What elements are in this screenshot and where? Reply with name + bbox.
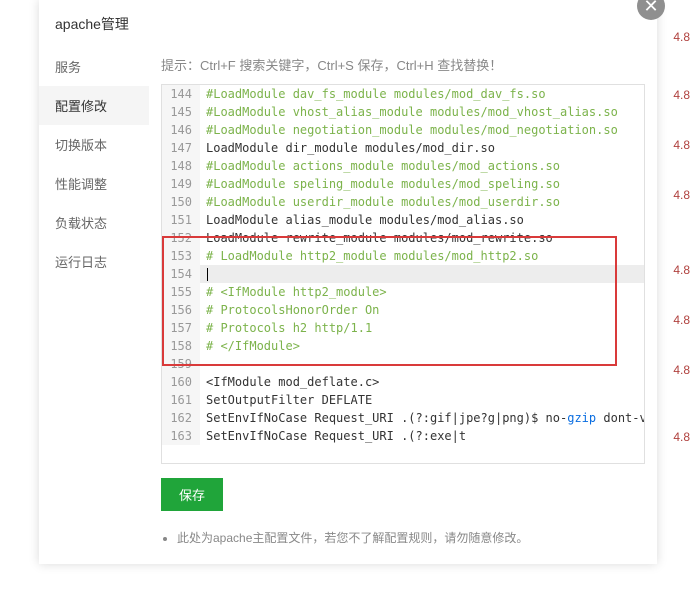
- code-content[interactable]: SetOutputFilter DEFLATE: [200, 391, 644, 409]
- sidebar-item-label: 性能调整: [55, 177, 107, 192]
- modal-title: apache管理: [39, 0, 657, 47]
- editor-line[interactable]: 154: [162, 265, 644, 283]
- code-content[interactable]: #LoadModule negotiation_module modules/m…: [200, 121, 644, 139]
- editor-line[interactable]: 163SetEnvIfNoCase Request_URI .(?:exe|t: [162, 427, 644, 445]
- code-content[interactable]: #LoadModule actions_module modules/mod_a…: [200, 157, 644, 175]
- code-content[interactable]: [200, 265, 644, 283]
- gutter-number: 159: [162, 355, 200, 373]
- gutter-number: 157: [162, 319, 200, 337]
- code-content[interactable]: SetEnvIfNoCase Request_URI .(?:exe|t: [200, 427, 644, 445]
- bg-value: 4.8: [673, 138, 690, 152]
- close-icon-glyph: ✕: [643, 0, 658, 17]
- gutter-number: 161: [162, 391, 200, 409]
- code-content[interactable]: LoadModule alias_module modules/mod_alia…: [200, 211, 644, 229]
- gutter-number: 156: [162, 301, 200, 319]
- sidebar-item-label: 切换版本: [55, 138, 107, 153]
- bg-value: 4.8: [673, 263, 690, 277]
- code-content[interactable]: #LoadModule dav_fs_module modules/mod_da…: [200, 85, 644, 103]
- editor-line[interactable]: 156# ProtocolsHonorOrder On: [162, 301, 644, 319]
- editor-line[interactable]: 149#LoadModule speling_module modules/mo…: [162, 175, 644, 193]
- editor-line[interactable]: 150#LoadModule userdir_module modules/mo…: [162, 193, 644, 211]
- bg-value: 4.8: [673, 363, 690, 377]
- sidebar-item-label: 运行日志: [55, 255, 107, 270]
- editor-line[interactable]: 161SetOutputFilter DEFLATE: [162, 391, 644, 409]
- gutter-number: 162: [162, 409, 200, 427]
- gutter-number: 146: [162, 121, 200, 139]
- gutter-number: 152: [162, 229, 200, 247]
- code-content[interactable]: # Protocols h2 http/1.1: [200, 319, 644, 337]
- code-content[interactable]: #LoadModule vhost_alias_module modules/m…: [200, 103, 644, 121]
- gutter-number: 153: [162, 247, 200, 265]
- editor-line[interactable]: 158# </IfModule>: [162, 337, 644, 355]
- sidebar: 服务配置修改切换版本性能调整负载状态运行日志: [39, 47, 149, 564]
- gutter-number: 144: [162, 85, 200, 103]
- sidebar-item-0[interactable]: 服务: [39, 47, 149, 86]
- editor-line[interactable]: 151LoadModule alias_module modules/mod_a…: [162, 211, 644, 229]
- gutter-number: 145: [162, 103, 200, 121]
- editor-line[interactable]: 159: [162, 355, 644, 373]
- editor-line[interactable]: 157# Protocols h2 http/1.1: [162, 319, 644, 337]
- sidebar-item-label: 配置修改: [55, 99, 107, 114]
- code-content[interactable]: SetEnvIfNoCase Request_URI .(?:gif|jpe?g…: [200, 409, 644, 427]
- bg-value: 4.8: [673, 430, 690, 444]
- bg-value: 4.8: [673, 313, 690, 327]
- sidebar-item-3[interactable]: 性能调整: [39, 164, 149, 203]
- sidebar-item-4[interactable]: 负载状态: [39, 203, 149, 242]
- note-item: 此处为apache主配置文件，若您不了解配置规则，请勿随意修改。: [177, 529, 645, 548]
- sidebar-item-5[interactable]: 运行日志: [39, 242, 149, 281]
- code-content[interactable]: #LoadModule userdir_module modules/mod_u…: [200, 193, 644, 211]
- editor-line[interactable]: 146#LoadModule negotiation_module module…: [162, 121, 644, 139]
- editor-line[interactable]: 145#LoadModule vhost_alias_module module…: [162, 103, 644, 121]
- editor-line[interactable]: 148#LoadModule actions_module modules/mo…: [162, 157, 644, 175]
- notes: 此处为apache主配置文件，若您不了解配置规则，请勿随意修改。: [161, 529, 645, 548]
- gutter-number: 151: [162, 211, 200, 229]
- content-pane: 提示：Ctrl+F 搜索关键字，Ctrl+S 保存，Ctrl+H 查找替换！ 1…: [149, 47, 657, 564]
- code-content[interactable]: # LoadModule http2_module modules/mod_ht…: [200, 247, 644, 265]
- bg-value: 4.8: [673, 188, 690, 202]
- code-content[interactable]: #LoadModule speling_module modules/mod_s…: [200, 175, 644, 193]
- gutter-number: 160: [162, 373, 200, 391]
- editor-line[interactable]: 155# <IfModule http2_module>: [162, 283, 644, 301]
- gutter-number: 149: [162, 175, 200, 193]
- sidebar-item-2[interactable]: 切换版本: [39, 125, 149, 164]
- editor-line[interactable]: 152LoadModule rewrite_module modules/mod…: [162, 229, 644, 247]
- bg-value: 4.8: [673, 88, 690, 102]
- code-content[interactable]: # ProtocolsHonorOrder On: [200, 301, 644, 319]
- code-content[interactable]: LoadModule rewrite_module modules/mod_re…: [200, 229, 644, 247]
- code-content[interactable]: # <IfModule http2_module>: [200, 283, 644, 301]
- gutter-number: 147: [162, 139, 200, 157]
- editor-line[interactable]: 162SetEnvIfNoCase Request_URI .(?:gif|jp…: [162, 409, 644, 427]
- editor-line[interactable]: 144#LoadModule dav_fs_module modules/mod…: [162, 85, 644, 103]
- editor-line[interactable]: 153# LoadModule http2_module modules/mod…: [162, 247, 644, 265]
- sidebar-item-label: 服务: [55, 60, 81, 75]
- code-content[interactable]: [200, 355, 644, 373]
- editor-line[interactable]: 160<IfModule mod_deflate.c>: [162, 373, 644, 391]
- code-content[interactable]: # </IfModule>: [200, 337, 644, 355]
- code-editor[interactable]: 144#LoadModule dav_fs_module modules/mod…: [161, 84, 645, 464]
- gutter-number: 163: [162, 427, 200, 445]
- tip-text: 提示：Ctrl+F 搜索关键字，Ctrl+S 保存，Ctrl+H 查找替换！: [161, 47, 645, 84]
- bg-value: 4.8: [673, 30, 690, 44]
- sidebar-item-1[interactable]: 配置修改: [39, 86, 149, 125]
- modal-apache-manage: ✕ apache管理 服务配置修改切换版本性能调整负载状态运行日志 提示：Ctr…: [39, 0, 657, 564]
- code-content[interactable]: <IfModule mod_deflate.c>: [200, 373, 644, 391]
- editor-line[interactable]: 147LoadModule dir_module modules/mod_dir…: [162, 139, 644, 157]
- gutter-number: 155: [162, 283, 200, 301]
- code-content[interactable]: LoadModule dir_module modules/mod_dir.so: [200, 139, 644, 157]
- gutter-number: 148: [162, 157, 200, 175]
- save-button[interactable]: 保存: [161, 478, 223, 511]
- sidebar-item-label: 负载状态: [55, 216, 107, 231]
- gutter-number: 150: [162, 193, 200, 211]
- gutter-number: 154: [162, 265, 200, 283]
- gutter-number: 158: [162, 337, 200, 355]
